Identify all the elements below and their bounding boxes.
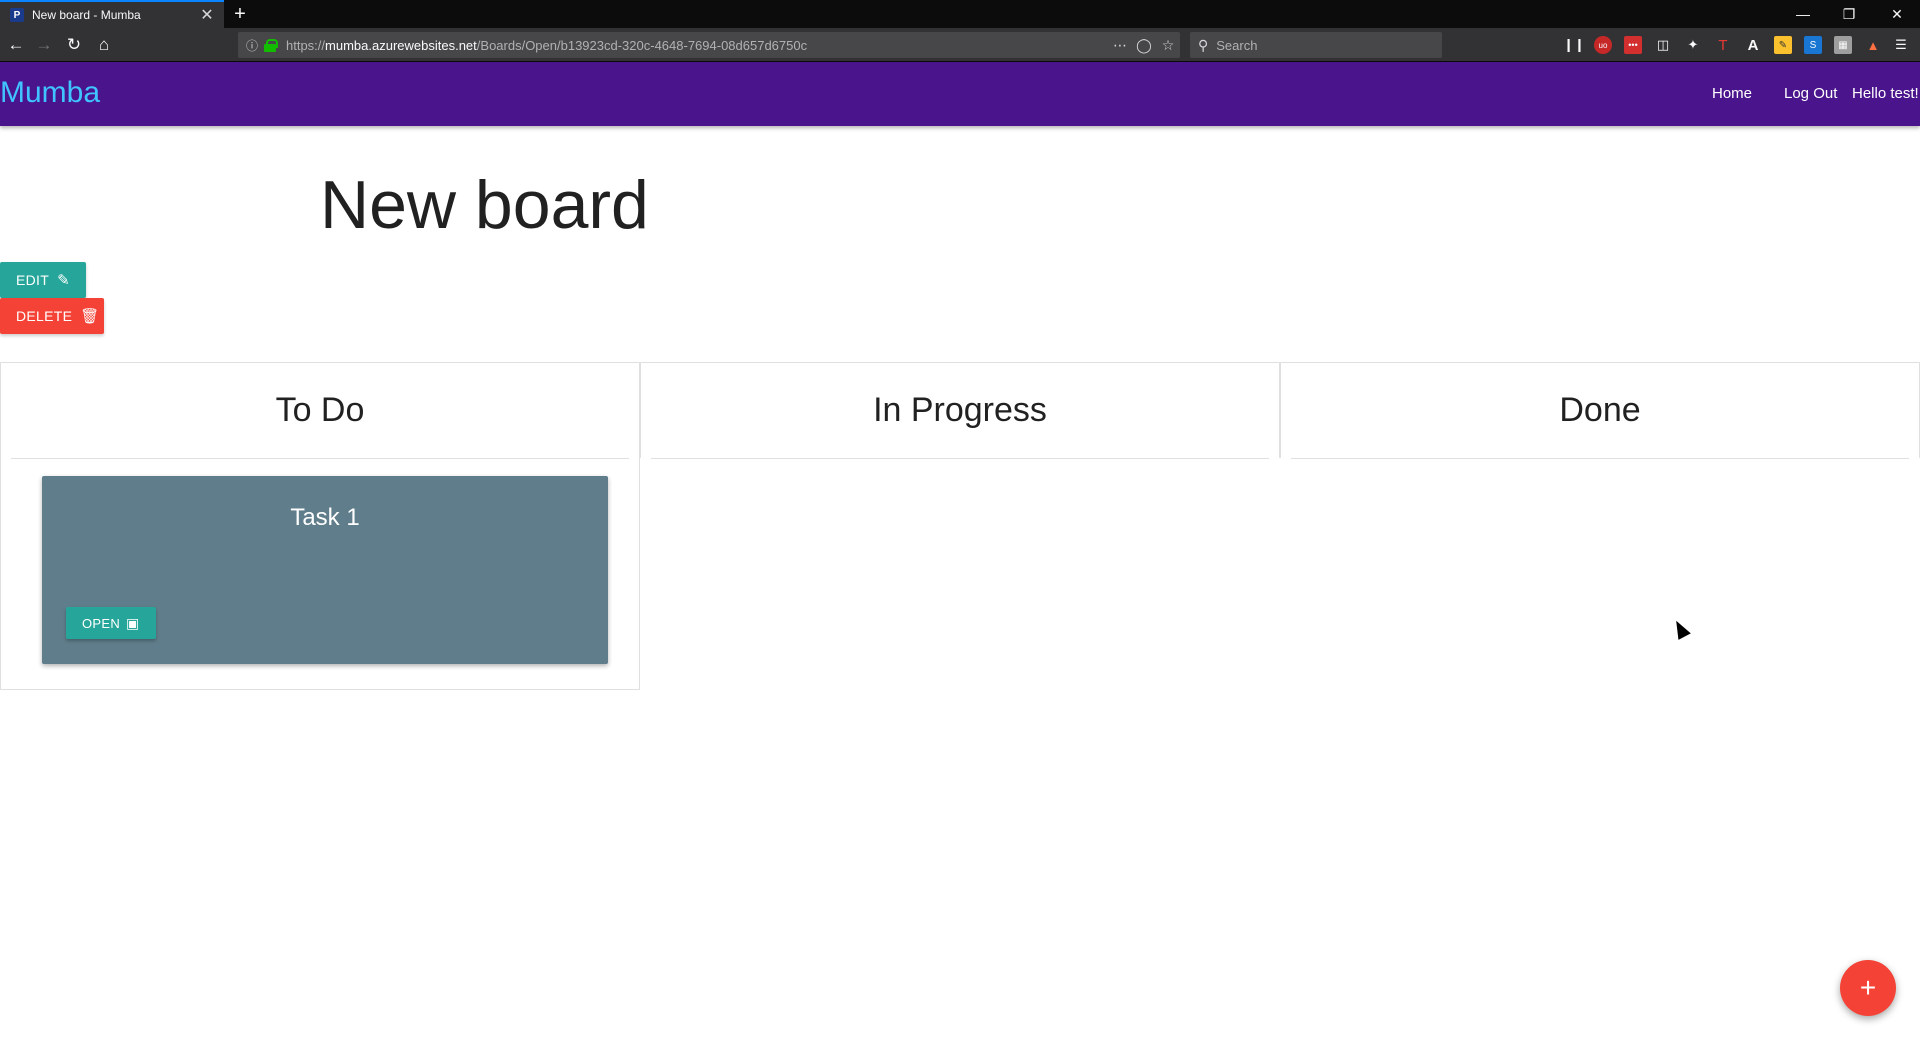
browser-toolbar: ← → ↻ ⌂ ⓘ https://mumba.azurewebsites.ne… bbox=[0, 28, 1920, 62]
page-actions-icon[interactable]: ⋯ bbox=[1108, 37, 1132, 54]
tab-close-icon[interactable]: ✕ bbox=[196, 5, 218, 25]
brand-logo[interactable]: Mumba bbox=[0, 76, 100, 110]
bookmark-extension-icon[interactable]: ▦ bbox=[1834, 36, 1852, 54]
column-done: Done bbox=[1280, 362, 1920, 459]
pencil-icon: ✎ bbox=[57, 272, 70, 289]
bookmark-star-icon[interactable]: ☆ bbox=[1156, 37, 1180, 54]
home-icon[interactable]: ⌂ bbox=[92, 33, 116, 57]
forward-arrow-icon[interactable]: → bbox=[32, 33, 56, 57]
counter-extension-icon[interactable]: S bbox=[1804, 36, 1822, 54]
lastpass-icon[interactable]: ••• bbox=[1624, 36, 1642, 54]
back-arrow-icon[interactable]: ← bbox=[4, 33, 28, 57]
lock-icon bbox=[264, 39, 278, 52]
reload-icon[interactable]: ↻ bbox=[62, 33, 86, 57]
column-title: In Progress bbox=[651, 363, 1269, 459]
url-bar[interactable]: ⓘ https://mumba.azurewebsites.net/Boards… bbox=[238, 32, 1180, 58]
column-in-progress: In Progress bbox=[640, 362, 1280, 459]
page-title: New board bbox=[320, 167, 649, 243]
mouse-cursor-icon bbox=[1670, 617, 1691, 640]
sidebar-icon[interactable]: ◫ bbox=[1654, 36, 1672, 54]
window-minimize-button[interactable]: — bbox=[1780, 0, 1826, 28]
trash-icon: 🗑 bbox=[80, 308, 100, 325]
ublock-icon[interactable]: uo bbox=[1594, 36, 1612, 54]
open-task-button[interactable]: Open ▣ bbox=[66, 607, 156, 639]
column-title: Done bbox=[1291, 363, 1909, 459]
tampermonkey-icon[interactable]: ▲ bbox=[1864, 36, 1882, 54]
browser-tab-strip: P New board - Mumba ✕ + — ❐ ✕ bbox=[0, 0, 1920, 28]
search-icon: ⚲ bbox=[1198, 36, 1209, 53]
window-close-button[interactable]: ✕ bbox=[1874, 0, 1920, 28]
add-task-fab-button[interactable]: + bbox=[1840, 960, 1896, 1016]
url-text[interactable]: https://mumba.azurewebsites.net/Boards/O… bbox=[286, 38, 1108, 53]
font-extension-icon[interactable]: A bbox=[1744, 36, 1762, 54]
task-card: Task 1 Open ▣ bbox=[42, 476, 608, 664]
site-favicon-icon: P bbox=[10, 8, 24, 22]
task-title: Task 1 bbox=[290, 504, 360, 531]
nav-logout-link[interactable]: Log Out bbox=[1784, 85, 1837, 102]
window-restore-button[interactable]: ❐ bbox=[1826, 0, 1872, 28]
nav-user-greeting[interactable]: Hello test! bbox=[1852, 85, 1919, 102]
delete-button[interactable]: Delete 🗑 bbox=[0, 298, 104, 334]
notes-extension-icon[interactable]: ✎ bbox=[1774, 36, 1792, 54]
pocket-icon[interactable]: ◯ bbox=[1132, 37, 1156, 54]
delete-label: Delete bbox=[16, 308, 73, 324]
app-navbar: Mumba Home Log Out Hello test! bbox=[0, 62, 1920, 126]
open-in-new-icon: ▣ bbox=[126, 614, 140, 631]
tab-title: New board - Mumba bbox=[32, 8, 141, 22]
edit-label: Edit bbox=[16, 272, 50, 288]
text-extension-icon[interactable]: T bbox=[1714, 36, 1732, 54]
browser-tab[interactable]: P New board - Mumba ✕ bbox=[0, 0, 224, 28]
column-title: To Do bbox=[11, 363, 629, 459]
search-bar[interactable]: ⚲ Search bbox=[1190, 32, 1442, 58]
menu-icon[interactable]: ☰ bbox=[1892, 36, 1910, 54]
open-label: Open bbox=[82, 615, 121, 631]
library-icon[interactable]: ❙❙ bbox=[1563, 36, 1585, 54]
edit-button[interactable]: Edit ✎ bbox=[0, 262, 86, 298]
new-tab-button[interactable]: + bbox=[228, 0, 252, 28]
extension-icon[interactable]: ✦ bbox=[1684, 36, 1702, 54]
search-placeholder: Search bbox=[1216, 37, 1258, 53]
nav-home-link[interactable]: Home bbox=[1712, 85, 1752, 102]
site-info-icon[interactable]: ⓘ bbox=[246, 37, 264, 54]
